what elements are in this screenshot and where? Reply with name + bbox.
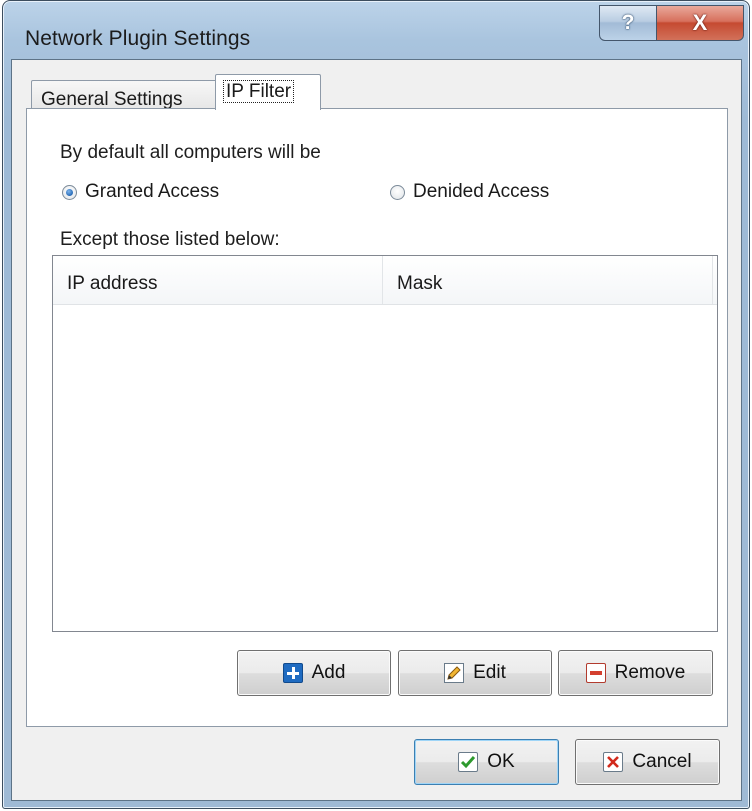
add-button-label: Add — [311, 662, 346, 683]
cancel-button[interactable]: Cancel — [575, 739, 720, 785]
tab-general-settings-label: General Settings — [41, 89, 183, 110]
plus-icon — [282, 663, 303, 683]
help-button[interactable]: ? — [599, 5, 657, 41]
column-header-ip-address[interactable]: IP address — [53, 256, 383, 304]
cancel-button-label: Cancel — [632, 751, 692, 772]
radio-denied-label: Denided Access — [413, 181, 550, 202]
except-label: Except those listed below: — [60, 229, 280, 250]
tab-general-settings[interactable]: General Settings — [31, 80, 217, 110]
radio-denied-access[interactable]: Denided Access — [390, 181, 549, 203]
pencil-icon — [444, 663, 465, 683]
ok-button-label: OK — [487, 751, 515, 772]
dialog-client-area: General Settings IP Filter By default al… — [11, 59, 742, 801]
radio-denied-indicator[interactable] — [390, 184, 405, 200]
dialog-window: Network Plugin Settings ? X General Sett… — [2, 0, 750, 809]
radio-granted-label: Granted Access — [85, 181, 220, 202]
default-access-label: By default all computers will be — [60, 142, 321, 163]
list-header: IP address Mask — [53, 256, 717, 305]
radio-granted-indicator[interactable] — [62, 184, 77, 200]
add-button[interactable]: Add — [237, 650, 391, 696]
ip-list-view[interactable]: IP address Mask — [52, 255, 718, 632]
column-header-mask[interactable]: Mask — [383, 256, 713, 304]
remove-button[interactable]: Remove — [558, 650, 713, 696]
remove-button-label: Remove — [614, 662, 686, 683]
close-icon: X — [692, 10, 708, 35]
help-icon: ? — [621, 11, 635, 34]
minus-icon — [585, 663, 606, 683]
window-title: Network Plugin Settings — [25, 27, 251, 50]
edit-button-label: Edit — [473, 662, 506, 683]
ok-button[interactable]: OK — [414, 739, 559, 785]
tab-ip-filter-label: IP Filter — [223, 80, 295, 103]
x-icon — [603, 752, 624, 772]
edit-button[interactable]: Edit — [398, 650, 552, 696]
tab-ip-filter[interactable]: IP Filter — [215, 74, 321, 110]
radio-granted-access[interactable]: Granted Access — [62, 181, 219, 203]
close-button[interactable]: X — [656, 5, 744, 41]
checkmark-icon — [458, 752, 479, 772]
